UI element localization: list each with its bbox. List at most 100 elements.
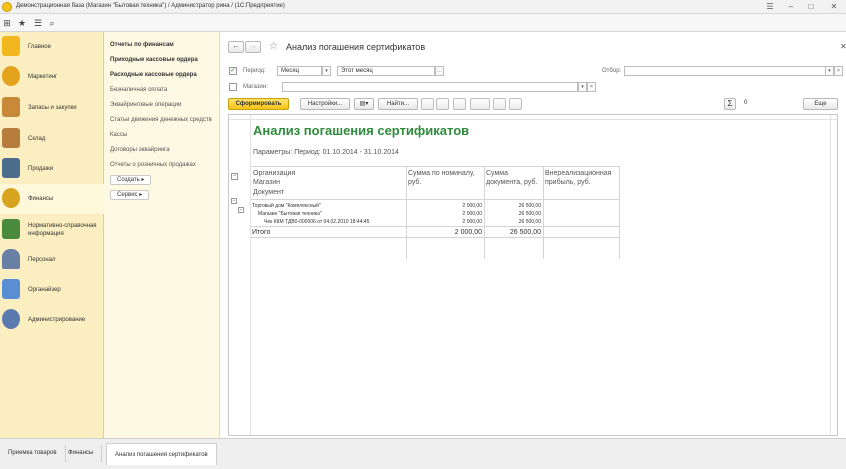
header-document-sum: Сумма документа, руб.	[486, 170, 538, 186]
section-label: Финансы	[28, 196, 54, 202]
find-button[interactable]: Найти...	[378, 98, 418, 110]
filter-field[interactable]	[624, 66, 826, 76]
pie-chart-icon	[2, 66, 20, 86]
section-finance[interactable]: Финансы	[0, 184, 104, 214]
books-icon	[2, 219, 20, 239]
store-field[interactable]	[282, 82, 578, 92]
form-title: Анализ погашения сертификатов	[286, 42, 426, 52]
print-icon[interactable]	[421, 98, 434, 110]
report-title: Анализ погашения сертификатов	[253, 123, 470, 138]
store-checkbox[interactable]	[229, 83, 237, 91]
back-button[interactable]: ←	[228, 41, 244, 53]
row-document-nominal: 2 000,00	[462, 219, 482, 225]
favorite-star-icon[interactable]: ☆	[269, 41, 278, 52]
create-button[interactable]: Создать ▸	[110, 175, 152, 185]
generate-button[interactable]: Сформировать	[228, 98, 289, 110]
section-inventory[interactable]: Запасы и закупки	[0, 93, 104, 123]
sum-icon[interactable]: Σ	[724, 98, 736, 110]
total-label: Итого	[252, 229, 271, 236]
period-kind-select[interactable]: Месяц	[277, 66, 322, 76]
restore-icon[interactable]: □	[806, 2, 816, 12]
section-label: Нормативно-справочная информация	[28, 223, 97, 237]
boxes-icon	[2, 97, 20, 117]
period-value-field[interactable]: Этот месяц	[337, 66, 435, 76]
settings-button[interactable]: Настройки...	[300, 98, 350, 110]
section-organizer[interactable]: Органайзер	[0, 275, 104, 305]
section-marketing[interactable]: Маркетинг	[0, 62, 104, 92]
coins-icon	[2, 188, 20, 208]
section-label: Администрирование	[28, 317, 86, 323]
nav-item-cash-registers[interactable]: Кассы	[110, 132, 127, 138]
header-store: Магазин	[253, 179, 281, 186]
row-document-name[interactable]: Чек ККМ ТДВ0-000006 от 04.02.2010 18:44:…	[264, 219, 369, 225]
more-button[interactable]: Еще	[803, 98, 838, 110]
section-label: Продажи	[28, 166, 54, 172]
nav-item-acquiring-ops[interactable]: Эквайринговые операции	[110, 102, 181, 108]
header-document: Документ	[253, 189, 285, 196]
service-button[interactable]: Сервис ▸	[110, 190, 150, 200]
chevron-down-icon[interactable]: ▾	[825, 66, 834, 76]
close-window-icon[interactable]: ✕	[829, 2, 839, 12]
nav-item-noncash[interactable]: Безналичная оплата	[110, 87, 167, 93]
copy-icon[interactable]	[493, 98, 506, 110]
section-label: Маркетинг	[28, 74, 58, 80]
section-label: Склад	[28, 136, 46, 142]
report-params: Параметры: Период: 01.10.2014 - 31.10.20…	[253, 149, 399, 156]
section-sales[interactable]: Продажи	[0, 154, 104, 184]
sections-panel: Главное Маркетинг Запасы и закупки Склад…	[0, 32, 104, 438]
menu-icon[interactable]: ☰	[765, 2, 775, 12]
mail-icon[interactable]	[470, 98, 490, 110]
save-icon[interactable]	[436, 98, 449, 110]
section-administration[interactable]: Администрирование	[0, 305, 104, 335]
variant-menu-button[interactable]: ▤▾	[354, 98, 374, 110]
clear-icon[interactable]: ×	[587, 82, 596, 92]
tab-finance[interactable]: Финансы	[60, 445, 103, 462]
tab-certificate-analysis[interactable]: Анализ погашения сертификатов	[106, 443, 217, 465]
section-warehouse[interactable]: Склад	[0, 124, 104, 154]
nav-item-acquiring-contracts[interactable]: Договоры эквайринга	[110, 147, 170, 153]
section-navigation: Отчеты по финансам Приходные кассовые ор…	[104, 32, 220, 438]
app-logo-icon	[2, 2, 12, 12]
section-personnel[interactable]: Персонал	[0, 245, 104, 275]
gears-icon	[2, 309, 20, 329]
paste-icon[interactable]	[509, 98, 522, 110]
nav-item-cash-receipts[interactable]: Приходные кассовые ордера	[110, 57, 198, 63]
chevron-down-icon[interactable]: ▾	[322, 66, 331, 76]
header-nominal-sum: Сумма по номиналу, руб.	[408, 170, 475, 186]
total-nominal: 2 000,00	[454, 229, 482, 236]
ellipsis-icon[interactable]: …	[435, 66, 444, 76]
period-checkbox[interactable]: ✓	[229, 67, 237, 75]
minimize-icon[interactable]: –	[786, 2, 796, 12]
section-label: Запасы и закупки	[28, 105, 77, 111]
collapse-row-icon[interactable]: −	[238, 207, 244, 213]
nav-item-retail-reports[interactable]: Отчеты о розничных продажах	[110, 162, 196, 168]
section-label: Персонал	[28, 257, 56, 263]
favorites-star-icon[interactable]: ★	[16, 17, 28, 29]
row-store-doc: 26 500,00	[518, 211, 541, 217]
report-form: ← → ☆ Анализ погашения сертификатов ✕ ✓ …	[220, 32, 846, 438]
title-bar: Демонстрационная база (Магазин "Бытовая …	[0, 0, 846, 14]
collapse-group-icon[interactable]: −	[231, 173, 238, 180]
close-form-icon[interactable]: ✕	[840, 42, 846, 51]
top-toolbar: ⊞ ★ ☰ ⌕	[0, 14, 846, 32]
nav-item-cashflow-items[interactable]: Статьи движения денежных средств	[110, 117, 212, 123]
section-reference[interactable]: Нормативно-справочная информация	[0, 215, 104, 245]
apps-grid-icon[interactable]: ⊞	[1, 17, 13, 29]
save-as-icon[interactable]	[453, 98, 466, 110]
row-organization-doc: 26 500,00	[518, 203, 541, 209]
chevron-down-icon[interactable]: ▾	[578, 82, 587, 92]
search-icon[interactable]: ⌕	[46, 17, 58, 29]
nav-item-cash-expenses[interactable]: Расходные кассовые ордера	[110, 72, 197, 78]
history-icon[interactable]: ☰	[32, 17, 44, 29]
forward-button[interactable]: →	[245, 41, 261, 53]
tab-goods-receipt[interactable]: Приемка товаров	[0, 445, 66, 462]
clear-icon[interactable]: ×	[834, 66, 843, 76]
section-home[interactable]: Главное	[0, 32, 104, 62]
sum-value: 0	[744, 100, 748, 106]
report-document: − Анализ погашения сертификатов Параметр…	[228, 114, 838, 436]
nav-item-finance-reports[interactable]: Отчеты по финансам	[110, 42, 174, 48]
section-label: Органайзер	[28, 287, 61, 293]
collapse-row-icon[interactable]: −	[231, 198, 237, 204]
row-document-doc: 26 500,00	[518, 219, 541, 225]
organizer-icon	[2, 279, 20, 299]
